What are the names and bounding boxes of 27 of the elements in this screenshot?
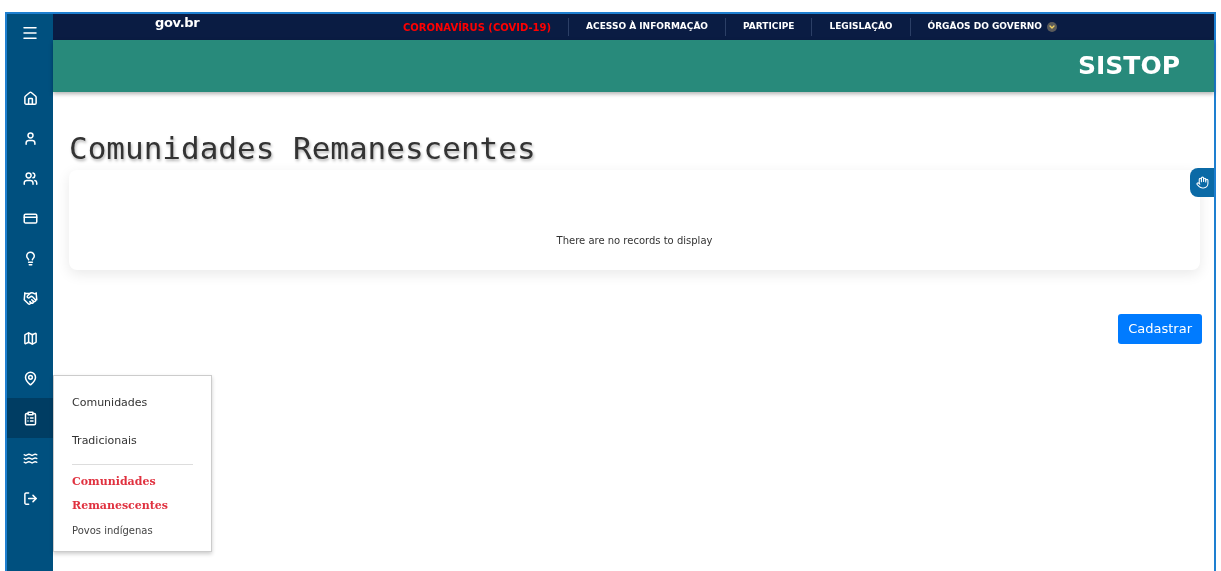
logout-icon: [22, 490, 38, 506]
waves-icon: [22, 450, 38, 466]
card-icon: [22, 210, 38, 226]
users-icon: [22, 170, 38, 186]
accessibility-button[interactable]: [1190, 168, 1214, 197]
app-title: SISTOP: [1078, 50, 1180, 83]
menu-icon: [21, 24, 39, 42]
nav-link[interactable]: LEGISLAÇÃO: [812, 20, 910, 34]
user-icon: [22, 130, 38, 146]
hand-icon: [1195, 176, 1209, 189]
nav-link[interactable]: ACESSO À INFORMAÇÃO: [569, 20, 726, 34]
gov-logo[interactable]: gov.br: [155, 13, 200, 33]
empty-message: There are no records to display: [556, 234, 713, 248]
handshake-icon: [22, 290, 38, 306]
nav-link[interactable]: PARTICIPE: [726, 20, 812, 34]
map-icon: [22, 330, 38, 346]
menu-item[interactable]: Comunidades Remanescentes: [72, 469, 182, 519]
nav-link[interactable]: ÓRGÃOS DO GOVERNO: [910, 20, 1074, 34]
home-icon: [22, 90, 38, 106]
sidebar-item[interactable]: [7, 398, 53, 438]
clipboard-icon: [22, 410, 38, 426]
nav-link[interactable]: CORONAVÍRUS (COVID-19): [385, 19, 569, 35]
map-pin-icon: [22, 370, 38, 386]
cadastrar-button[interactable]: Cadastrar: [1118, 314, 1202, 344]
menu-item[interactable]: Povos indígenas: [72, 519, 182, 543]
menu-item[interactable]: Comunidades Tradicionais: [72, 384, 182, 460]
page-title: Comunidades Remanescentes: [69, 129, 537, 168]
